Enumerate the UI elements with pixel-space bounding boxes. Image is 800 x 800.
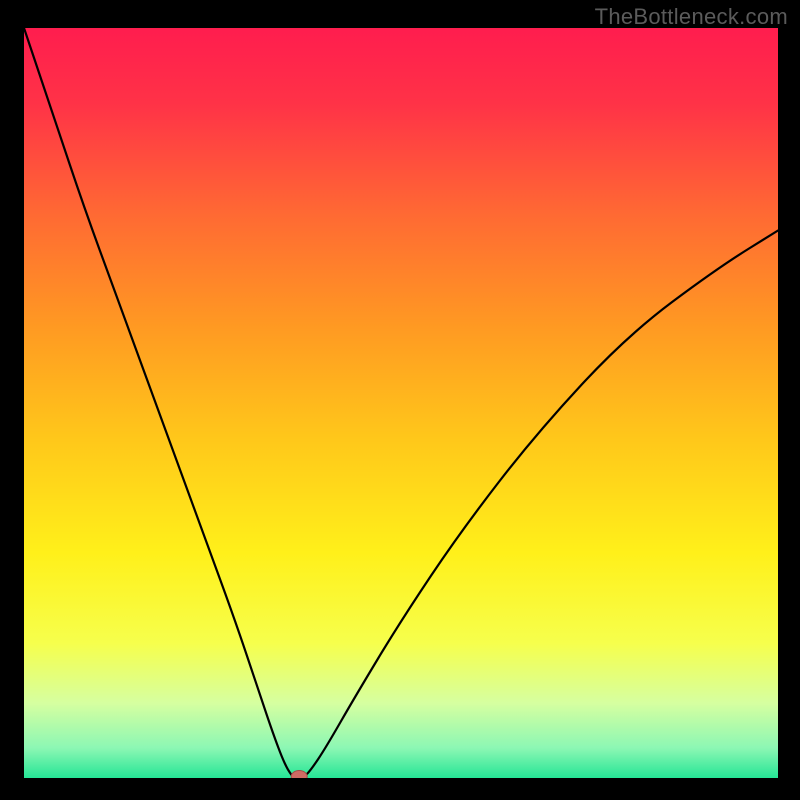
- gradient-background: [24, 28, 778, 778]
- bottleneck-chart: [24, 28, 778, 778]
- minimum-marker: [291, 771, 307, 779]
- chart-frame: TheBottleneck.com: [0, 0, 800, 800]
- watermark-text: TheBottleneck.com: [595, 4, 788, 30]
- plot-area: [24, 28, 778, 778]
